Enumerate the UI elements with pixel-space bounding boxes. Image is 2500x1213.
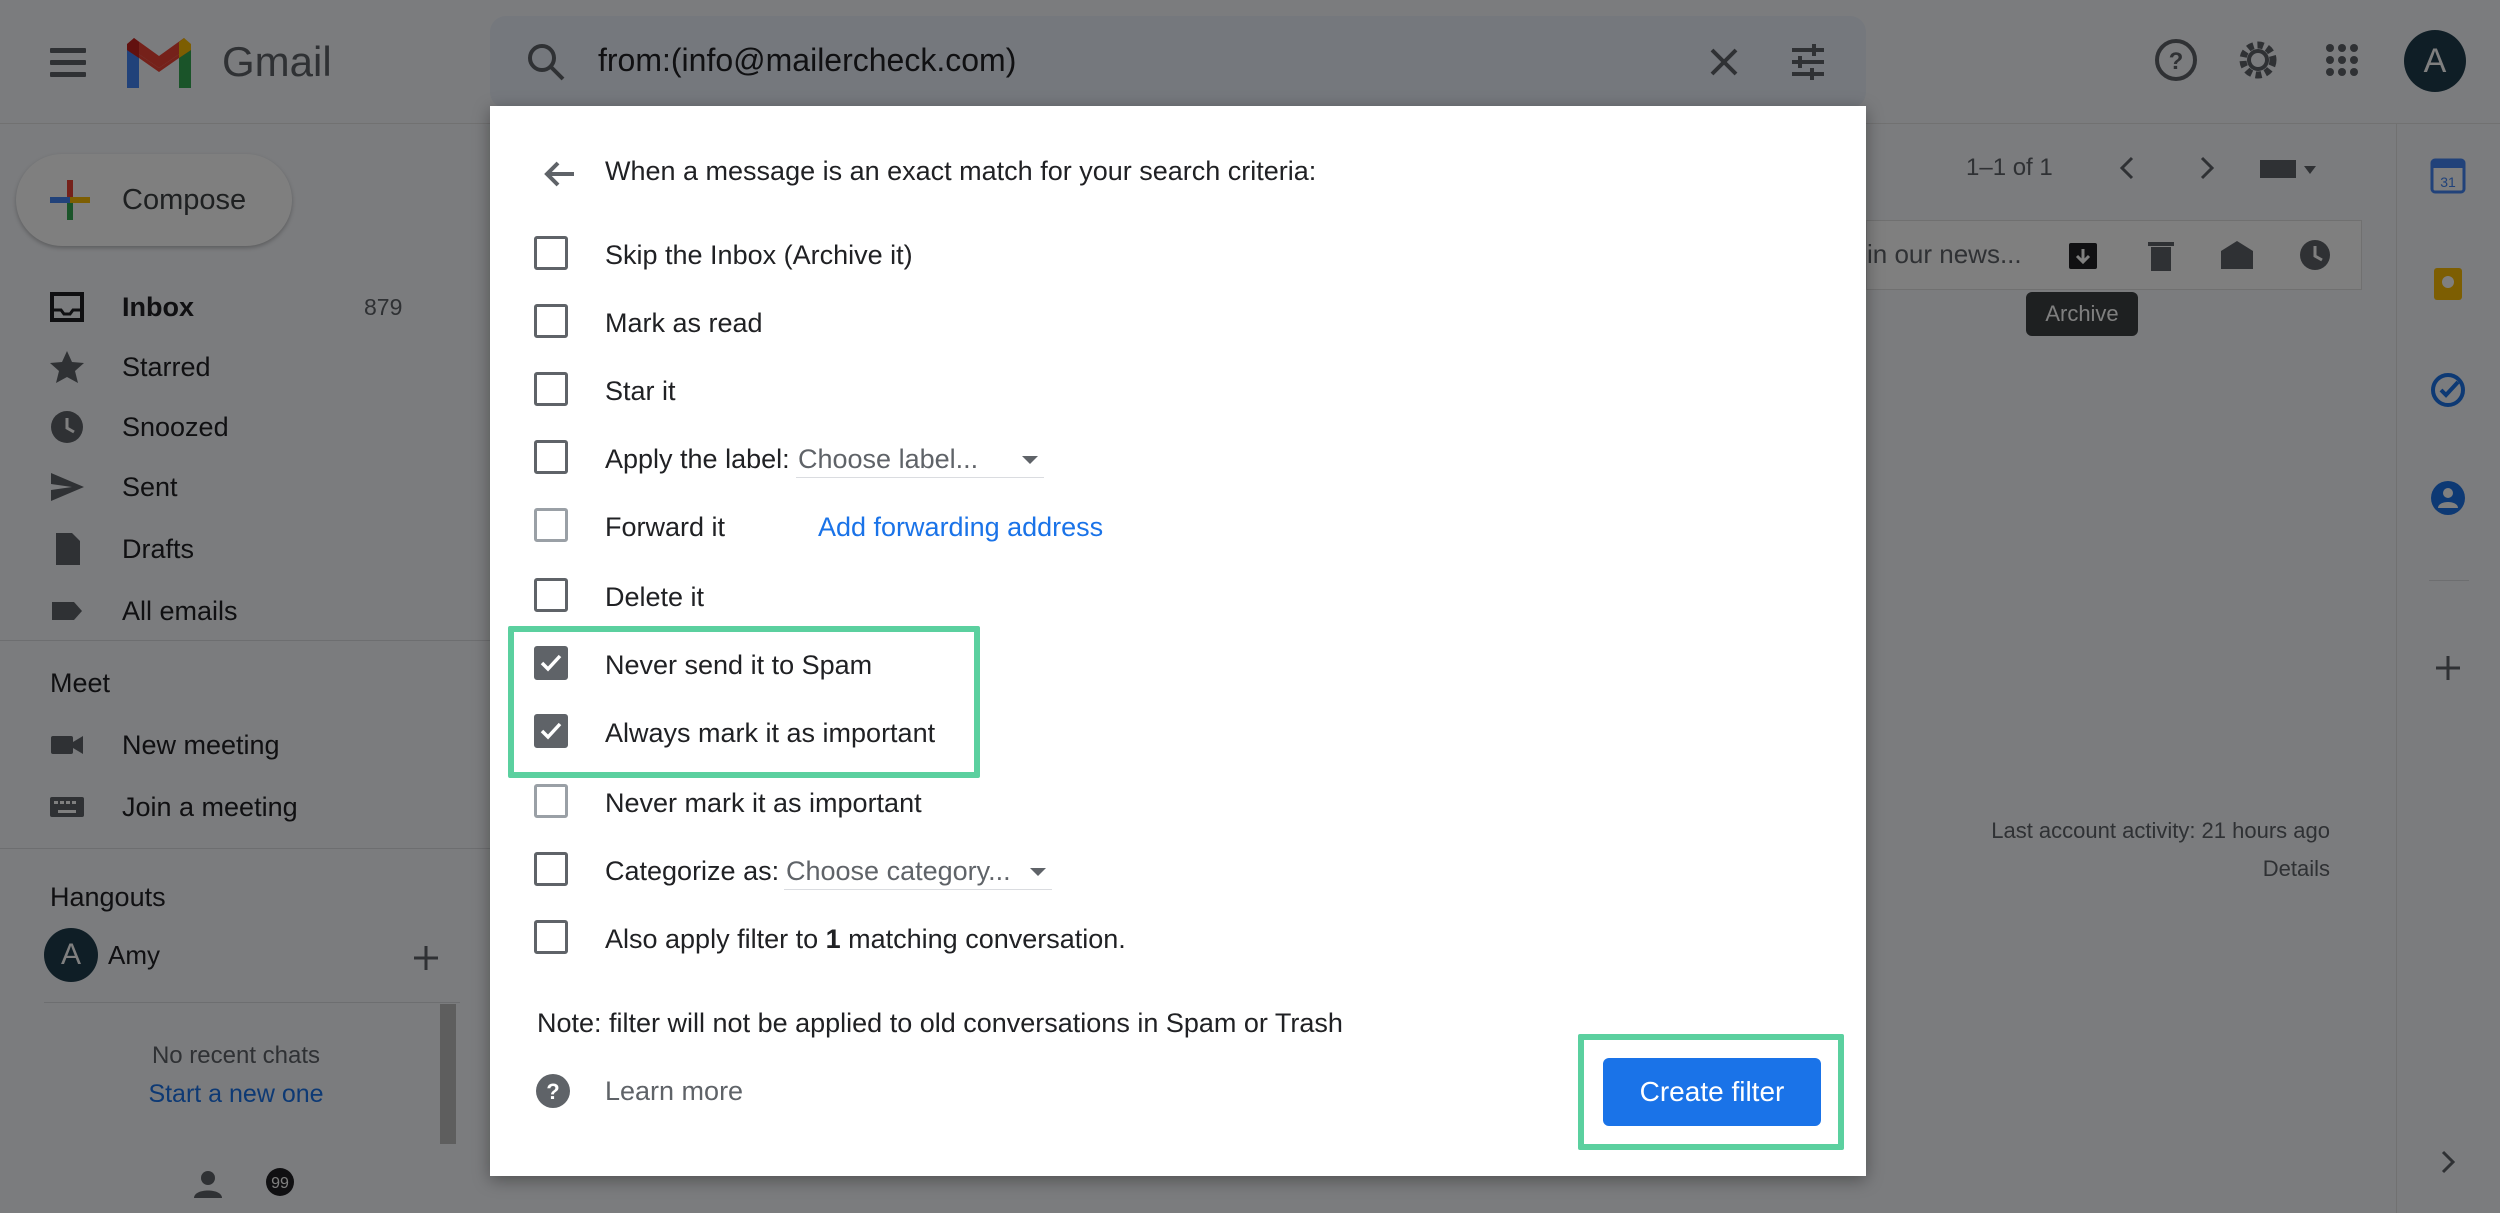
option-forward-it[interactable]: Forward it Add forwarding address bbox=[534, 496, 1234, 556]
always-important-checkbox[interactable] bbox=[534, 714, 568, 748]
choose-category-dropdown[interactable]: Choose category... bbox=[784, 852, 1052, 890]
option-label: Skip the Inbox (Archive it) bbox=[605, 240, 913, 270]
filter-note: Note: filter will not be applied to old … bbox=[537, 1008, 1343, 1038]
checkmark-icon bbox=[540, 722, 562, 740]
help-circle-icon[interactable]: ? bbox=[534, 1072, 572, 1110]
dialog-title: When a message is an exact match for you… bbox=[605, 156, 1317, 186]
create-filter-button[interactable]: Create filter bbox=[1603, 1058, 1821, 1126]
forward-it-checkbox[interactable] bbox=[534, 508, 568, 542]
option-label: Star it bbox=[605, 376, 676, 406]
option-label: Categorize as: bbox=[605, 856, 780, 886]
dropdown-caret-icon bbox=[1022, 456, 1038, 464]
dropdown-value: Choose category... bbox=[786, 856, 1011, 886]
option-label: Delete it bbox=[605, 582, 705, 612]
svg-text:?: ? bbox=[546, 1079, 559, 1104]
skip-inbox-checkbox[interactable] bbox=[534, 236, 568, 270]
option-label: Never send it to Spam bbox=[605, 650, 873, 680]
option-label: Also apply filter to 1 matching conversa… bbox=[605, 924, 1126, 955]
option-label: Always mark it as important bbox=[605, 718, 936, 748]
dropdown-value: Choose label... bbox=[798, 444, 979, 474]
apply-label-checkbox[interactable] bbox=[534, 440, 568, 474]
back-arrow-icon[interactable] bbox=[538, 152, 582, 196]
option-label: Never mark it as important bbox=[605, 788, 922, 818]
learn-more-link[interactable]: Learn more bbox=[605, 1076, 743, 1107]
mark-read-checkbox[interactable] bbox=[534, 304, 568, 338]
create-filter-dialog: When a message is an exact match for you… bbox=[490, 106, 1866, 1176]
also-apply-prefix: Also apply filter to bbox=[605, 924, 826, 954]
option-label: Apply the label: bbox=[605, 444, 790, 474]
option-apply-label[interactable]: Apply the label: Choose label... bbox=[534, 428, 1134, 488]
never-important-checkbox[interactable] bbox=[534, 784, 568, 818]
star-it-checkbox[interactable] bbox=[534, 372, 568, 406]
option-categorize[interactable]: Categorize as: Choose category... bbox=[534, 840, 1134, 900]
delete-it-checkbox[interactable] bbox=[534, 578, 568, 612]
add-forwarding-address-link[interactable]: Add forwarding address bbox=[818, 512, 1103, 543]
choose-label-dropdown[interactable]: Choose label... bbox=[796, 440, 1044, 478]
checkmark-icon bbox=[540, 654, 562, 672]
matching-count: 1 bbox=[825, 924, 841, 954]
dropdown-caret-icon bbox=[1030, 868, 1046, 876]
option-label: Mark as read bbox=[605, 308, 763, 338]
also-apply-suffix: matching conversation. bbox=[840, 924, 1126, 954]
also-apply-checkbox[interactable] bbox=[534, 920, 568, 954]
option-label: Forward it bbox=[605, 512, 726, 542]
never-spam-checkbox[interactable] bbox=[534, 646, 568, 680]
categorize-checkbox[interactable] bbox=[534, 852, 568, 886]
